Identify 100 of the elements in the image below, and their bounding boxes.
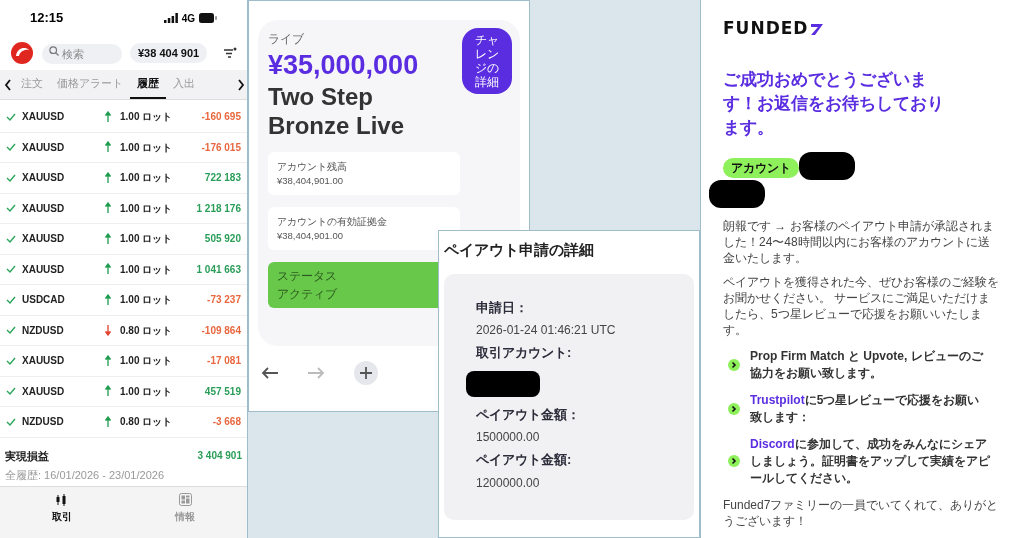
check-icon [6, 264, 16, 275]
trade-row[interactable]: XAUUSD 1.00 ロット 457 519 [0, 376, 247, 407]
profit-loss: -3 668 [212, 415, 241, 430]
account-tag: アカウント [723, 157, 799, 178]
date-range: 全履歴: 16/01/2026 - 23/01/2026 [5, 468, 165, 483]
check-icon [6, 111, 16, 122]
email-paragraph: ペイアウトを獲得された今、ぜひお客様のご経験をお聞かせください。 サービスにご満足いただけましたら、5つ星レビューで応援をお願いいたします。 [723, 273, 999, 338]
status-time: 12:15 [30, 9, 64, 28]
profit-loss: 457 519 [204, 384, 241, 399]
lot-size: 0.80 ロット [120, 415, 173, 430]
symbol-label: XAUUSD [22, 384, 66, 399]
link[interactable]: Trustpilot [750, 392, 805, 407]
symbol-label: XAUUSD [22, 354, 66, 369]
profit-loss: -160 695 [201, 110, 241, 125]
search-icon [49, 46, 59, 56]
trade-row[interactable]: XAUUSD 1.00 ロット 1 218 176 [0, 193, 247, 224]
trade-row[interactable]: NZDUSD 0.80 ロット -109 864 [0, 315, 247, 346]
check-icon [6, 416, 16, 427]
app-logo-icon [10, 41, 34, 65]
lot-size: 1.00 ロット [120, 171, 173, 186]
lot-size: 0.80 ロット [120, 323, 173, 338]
link[interactable]: Discord [750, 436, 795, 451]
redaction-mark [709, 179, 765, 208]
chevron-bullet-icon [728, 455, 740, 467]
profit-loss: 1 041 663 [196, 262, 241, 277]
profit-loss: -109 864 [201, 323, 241, 338]
details-button[interactable]: チャレンジの詳細 [462, 28, 512, 94]
profit-loss: 505 920 [204, 232, 241, 247]
check-icon [6, 172, 16, 183]
brand-logo: FUNDED [723, 17, 809, 40]
account-title: Two Step Bronze Live [268, 82, 406, 140]
lot-size: 1.00 ロット [120, 201, 173, 216]
detail-label: ペイアウト金額: [476, 451, 573, 469]
check-icon [6, 325, 16, 336]
check-icon [6, 233, 16, 244]
payout-title: ペイアウト申請の詳細 [444, 240, 595, 260]
summary-value: 3 404 901 [197, 448, 242, 463]
email-heading: ご成功おめでとうございます！お返信をお待ちしております。 [723, 68, 945, 139]
email-paragraph: 朗報です → お客様のペイアウト申請が承認されました！24〜48時間以内にお客様のアカウントに送金いたします。 [723, 217, 995, 266]
bullet-text: Prop Firm Match と Upvote, レビューのご協力をお願い致します。 [750, 347, 985, 382]
chevron-bullet-icon [728, 402, 740, 415]
trade-row[interactable]: XAUUSD 1.00 ロット -17 081 [0, 346, 247, 377]
chevron-bullet-icon [728, 358, 740, 371]
bullet-text: Trustpilotに5つ星レビューで応援をお願い致します： [750, 391, 981, 426]
detail-label: ペイアウト金額： [476, 405, 581, 424]
grid-icon [178, 493, 192, 507]
balance-pill: ¥38 404 901 [130, 43, 208, 63]
profit-loss: -73 237 [207, 293, 241, 308]
profit-loss: -176 015 [201, 140, 241, 155]
detail-label: 取引アカウント: [476, 344, 573, 362]
nav-tab[interactable]: 取引 [0, 493, 124, 524]
check-icon [6, 203, 16, 214]
symbol-label: NZDUSD [22, 323, 65, 338]
detail-value: 1200000.00 [476, 474, 541, 492]
network-label: 4G [181, 11, 195, 26]
symbol-label: XAUUSD [22, 171, 66, 186]
field-label: アカウントの有効証拠金 [277, 214, 388, 229]
check-icon [6, 386, 16, 397]
symbol-label: XAUUSD [22, 110, 66, 125]
status-label: ステータス [277, 268, 338, 285]
trade-row[interactable]: XAUUSD 1.00 ロット 505 920 [0, 224, 247, 255]
email-closing: Funded7ファミリーの一員でいてくれて、ありがとうございます！ [723, 496, 999, 529]
trade-row[interactable]: XAUUSD 1.00 ロット -176 015 [0, 132, 247, 163]
lot-size: 1.00 ロット [120, 384, 173, 399]
symbol-label: USDCAD [22, 293, 66, 308]
status-value: アクティブ [277, 286, 338, 303]
tab[interactable]: 履歴 [130, 70, 166, 99]
detail-value: 1500000.00 [476, 429, 541, 446]
symbol-label: NZDUSD [22, 415, 65, 430]
back-arrow-icon [261, 366, 279, 380]
filter-icon [223, 47, 237, 59]
lot-size: 1.00 ロット [120, 262, 173, 277]
field-value: ¥38,404,901.00 [277, 228, 345, 243]
detail-label: 申請日： [476, 298, 529, 317]
trade-row[interactable]: XAUUSD 1.00 ロット 722 183 [0, 163, 247, 194]
forward-arrow-icon [307, 366, 325, 380]
check-icon [6, 294, 16, 305]
trade-row[interactable]: XAUUSD 1.00 ロット -160 695 [0, 102, 247, 133]
symbol-label: XAUUSD [22, 140, 66, 155]
lot-size: 1.00 ロット [120, 140, 173, 155]
trade-row[interactable]: NZDUSD 0.80 ロット -3 668 [0, 407, 247, 438]
bullet-text: Discordに参加して、成功をみんなにシェアしましょう。証明書をアップして実績をアピールしてください。 [750, 435, 990, 487]
check-icon [6, 142, 16, 153]
search-field[interactable]: 検索 [42, 44, 122, 64]
signal-icon [163, 13, 178, 23]
profit-loss: 722 183 [204, 171, 241, 186]
candlestick-icon [55, 493, 69, 507]
profit-loss: -17 081 [207, 354, 241, 369]
symbol-label: XAUUSD [22, 232, 66, 247]
symbol-label: XAUUSD [22, 262, 66, 277]
lot-size: 1.00 ロット [120, 232, 173, 247]
seven-mark-icon [810, 21, 825, 36]
check-icon [6, 355, 16, 366]
trade-row[interactable]: USDCAD 1.00 ロット -73 237 [0, 285, 247, 316]
lot-size: 1.00 ロット [120, 110, 173, 125]
plus-icon [353, 360, 379, 386]
profit-loss: 1 218 176 [196, 201, 241, 216]
trade-row[interactable]: XAUUSD 1.00 ロット 1 041 663 [0, 254, 247, 285]
redaction-mark [799, 151, 855, 180]
field-label: アカウント残高 [277, 159, 348, 174]
